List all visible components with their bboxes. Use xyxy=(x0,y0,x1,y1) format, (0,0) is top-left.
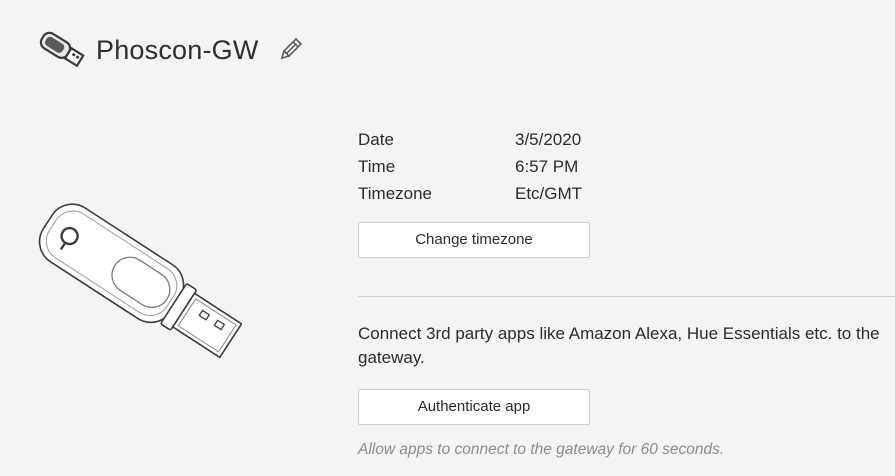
timezone-label: Timezone xyxy=(358,184,433,203)
date-value: 3/5/2020 xyxy=(515,130,582,149)
connect-apps-description: Connect 3rd party apps like Amazon Alexa… xyxy=(358,324,880,367)
usb-stick-icon xyxy=(39,31,85,68)
time-label: Time xyxy=(358,157,396,176)
time-row: Time 6:57 PM xyxy=(358,153,582,180)
time-value: 6:57 PM xyxy=(515,157,579,176)
timezone-row: Timezone Etc/GMT xyxy=(358,180,582,207)
section-divider xyxy=(358,296,895,297)
date-label: Date xyxy=(358,130,394,149)
page-header: Phoscon-GW xyxy=(36,26,303,74)
change-timezone-button[interactable]: Change timezone xyxy=(358,222,590,258)
usb-gateway-illustration xyxy=(38,203,242,359)
authenticate-app-button[interactable]: Authenticate app xyxy=(358,389,590,425)
pencil-icon[interactable] xyxy=(277,37,303,63)
date-row: Date 3/5/2020 xyxy=(358,126,582,153)
timezone-value: Etc/GMT xyxy=(515,184,583,203)
page-title: Phoscon-GW xyxy=(96,34,259,65)
authenticate-hint: Allow apps to connect to the gateway for… xyxy=(358,441,725,458)
datetime-info: Date 3/5/2020 Time 6:57 PM Timezone Etc/… xyxy=(358,126,582,207)
